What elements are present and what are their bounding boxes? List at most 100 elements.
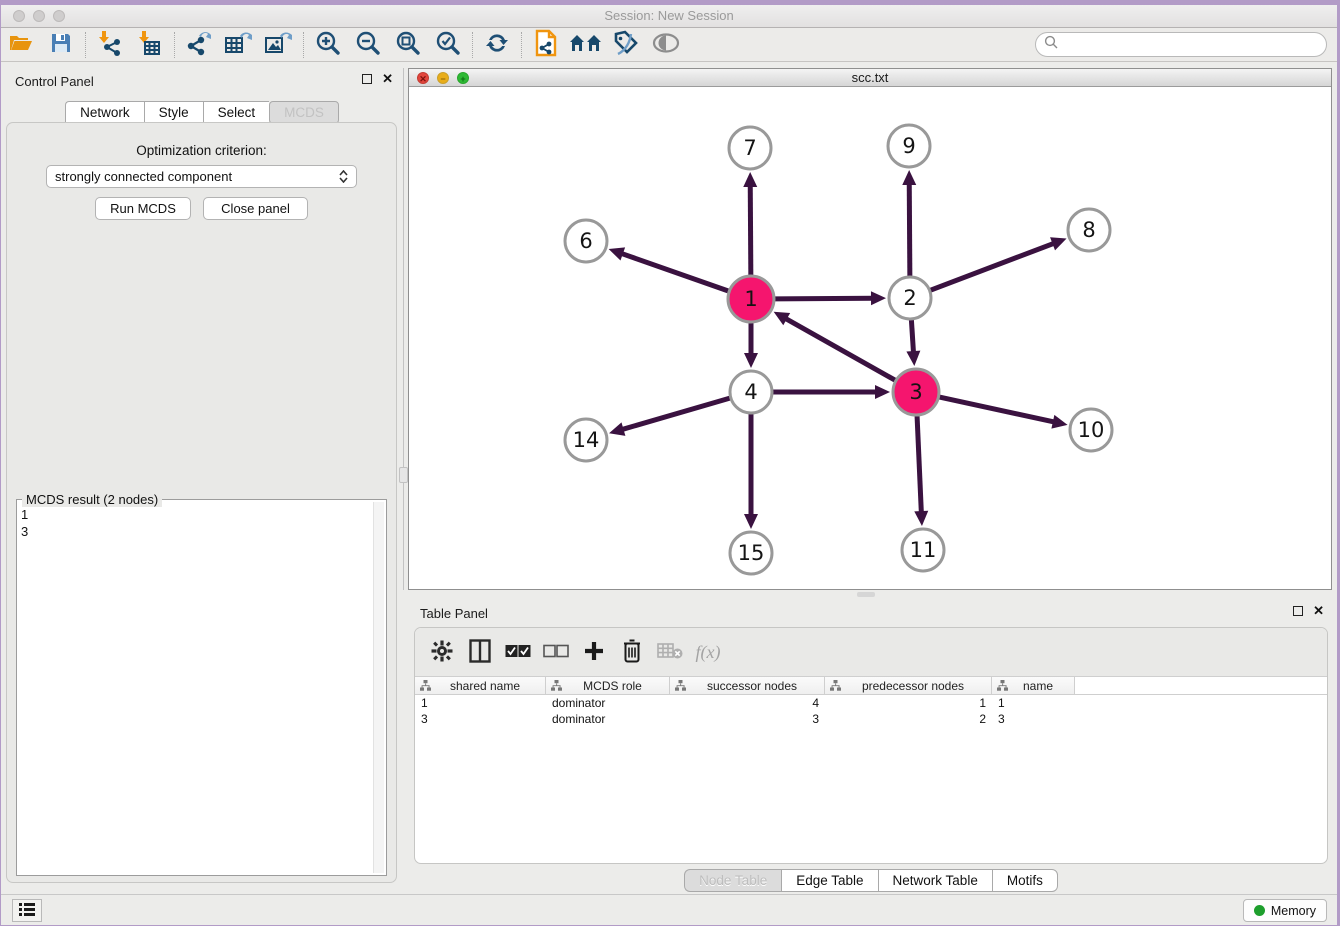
close-table-panel-icon[interactable]: ✕ — [1313, 606, 1324, 616]
refresh-icon — [484, 30, 510, 59]
graph-edge-2-3[interactable] — [911, 320, 913, 354]
table-cell[interactable]: 1 — [415, 695, 546, 711]
table-cell[interactable]: 2 — [825, 711, 992, 727]
zoom-out-button[interactable] — [348, 30, 388, 60]
show-column-panel-button[interactable] — [463, 635, 497, 669]
panel-divider-handle[interactable] — [399, 467, 408, 483]
result-scrollbar[interactable] — [373, 502, 384, 873]
open-session-button[interactable] — [1, 30, 41, 60]
close-panel-icon[interactable]: ✕ — [382, 74, 393, 84]
graph-edge-1-7[interactable] — [750, 184, 751, 275]
search-box[interactable] — [1035, 32, 1327, 57]
graph-node-label: 1 — [744, 287, 757, 311]
graph-edge-3-10[interactable] — [939, 397, 1055, 422]
home-button[interactable] — [566, 30, 606, 60]
tab-mcds[interactable]: MCDS — [269, 101, 339, 124]
table-cell[interactable]: 1 — [825, 695, 992, 711]
table-cell[interactable]: 1 — [992, 695, 1075, 711]
memory-status-icon — [1254, 905, 1265, 916]
table-cell[interactable]: 3 — [992, 711, 1075, 727]
table-cell[interactable]: 4 — [670, 695, 825, 711]
column-header-name[interactable]: name — [992, 677, 1075, 694]
graph-edge-3-11[interactable] — [917, 416, 921, 514]
network-graph[interactable]: 7968124314101511 — [409, 88, 1331, 591]
export-table-button[interactable] — [219, 30, 259, 60]
mcds-result-text[interactable]: 1 3 — [21, 506, 372, 873]
memory-button[interactable]: Memory — [1243, 899, 1327, 922]
table-row[interactable]: 1dominator411 — [415, 695, 1327, 711]
zoom-in-button[interactable] — [308, 30, 348, 60]
gear-icon — [431, 640, 453, 665]
table-row[interactable]: 3dominator323 — [415, 711, 1327, 727]
table-cell[interactable]: 3 — [670, 711, 825, 727]
table-cell[interactable]: 3 — [415, 711, 546, 727]
optimization-criterion-label: Optimization criterion: — [7, 143, 396, 158]
function-builder-button[interactable]: f(x) — [691, 635, 725, 669]
tab-network[interactable]: Network — [65, 101, 144, 124]
hide-labels-button[interactable] — [606, 30, 646, 60]
memory-label: Memory — [1271, 904, 1316, 918]
tab-network-table[interactable]: Network Table — [878, 869, 992, 892]
column-header-successor-nodes[interactable]: successor nodes — [670, 677, 825, 694]
zoom-fit-button[interactable] — [388, 30, 428, 60]
import-network-button[interactable] — [90, 30, 130, 60]
show-graphics-details-button[interactable] — [646, 30, 686, 60]
apply-layout-button[interactable] — [477, 30, 517, 60]
import-table-button[interactable] — [130, 30, 170, 60]
create-column-button[interactable] — [577, 635, 611, 669]
graph-edge-1-2[interactable] — [775, 298, 874, 299]
tab-select[interactable]: Select — [203, 101, 270, 124]
zoom-selected-button[interactable] — [428, 30, 468, 60]
delete-column-button[interactable] — [615, 635, 649, 669]
graph-edge-3-1[interactable] — [784, 318, 895, 381]
select-all-columns-button[interactable] — [501, 635, 535, 669]
network-canvas[interactable]: 7968124314101511 — [409, 88, 1331, 589]
criterion-dropdown[interactable]: strongly connected component — [46, 165, 357, 188]
float-table-panel-icon[interactable] — [1293, 606, 1303, 616]
column-tree-icon — [420, 680, 431, 691]
run-mcds-button[interactable]: Run MCDS — [95, 197, 191, 220]
network-table-divider-handle[interactable] — [857, 592, 875, 597]
graph-node-label: 6 — [579, 229, 592, 253]
table-settings-button[interactable] — [425, 635, 459, 669]
panel-divider — [403, 68, 404, 590]
column-header-predecessor-nodes[interactable]: predecessor nodes — [825, 677, 992, 694]
toolbar-separator — [85, 32, 86, 58]
unselect-all-columns-button[interactable] — [539, 635, 573, 669]
column-header-shared-name[interactable]: shared name — [415, 677, 546, 694]
save-session-button[interactable] — [41, 30, 81, 60]
task-history-button[interactable] — [12, 899, 42, 922]
column-header-MCDS-role[interactable]: MCDS role — [546, 677, 670, 694]
export-image-icon — [264, 30, 294, 59]
table-cell[interactable]: dominator — [546, 711, 670, 727]
toolbar-separator — [472, 32, 473, 58]
close-panel-button[interactable]: Close panel — [203, 197, 308, 220]
mcds-result-box: MCDS result (2 nodes) 1 3 — [16, 499, 387, 876]
float-panel-icon[interactable] — [362, 74, 372, 84]
tab-node-table[interactable]: Node Table — [684, 869, 781, 892]
graph-node-label: 9 — [902, 134, 915, 158]
table-cell[interactable]: dominator — [546, 695, 670, 711]
column-tree-icon — [551, 680, 562, 691]
delete-table-button[interactable] — [653, 635, 687, 669]
graph-edge-4-14[interactable] — [621, 398, 730, 430]
toolbar-separator — [174, 32, 175, 58]
hide-labels-icon — [612, 30, 640, 59]
graph-edge-arrowhead — [609, 247, 625, 260]
open-folder-icon — [8, 32, 34, 57]
graph-node-label: 7 — [743, 136, 756, 160]
search-input[interactable] — [1059, 35, 1326, 55]
new-network-button[interactable] — [179, 30, 219, 60]
graph-edge-2-9[interactable] — [909, 182, 910, 276]
tab-motifs[interactable]: Motifs — [992, 869, 1058, 892]
export-image-button[interactable] — [259, 30, 299, 60]
toolbar-separator — [303, 32, 304, 58]
clone-network-button[interactable] — [526, 30, 566, 60]
graph-edge-2-8[interactable] — [931, 243, 1056, 290]
graph-edge-1-6[interactable] — [620, 253, 728, 291]
new-network-icon — [185, 30, 213, 59]
import-network-icon — [97, 30, 123, 59]
tab-style[interactable]: Style — [144, 101, 203, 124]
network-window-titlebar: ✕ − + scc.txt — [409, 69, 1331, 87]
tab-edge-table[interactable]: Edge Table — [781, 869, 877, 892]
